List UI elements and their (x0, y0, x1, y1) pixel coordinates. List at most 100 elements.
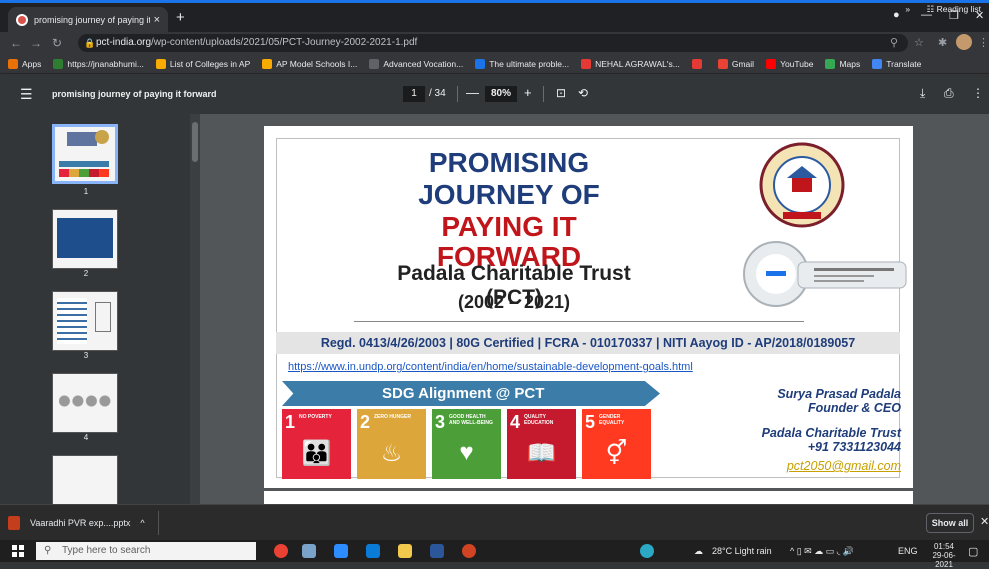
bookmark-item[interactable]: List of Colleges in AP (155, 58, 250, 69)
extensions-icon[interactable]: ✱ (938, 36, 947, 49)
bookmark-item[interactable]: Translate (872, 58, 921, 69)
tray-icons[interactable]: ^ ▯ ✉ ☁ ▭ ◟ 🔊 (790, 546, 854, 557)
bookmark-label: AP Model Schools I... (276, 58, 358, 69)
sdg-goal-icon: 👪 (301, 440, 332, 467)
sdg-label: QUALITY EDUCATION (524, 414, 554, 426)
photos-icon[interactable] (366, 544, 380, 558)
weather-icon[interactable]: ☁ (694, 546, 703, 557)
sdg-goal-icon: ♥ (459, 439, 474, 466)
sdg-alignment-banner: SDG Alignment @ PCT (282, 381, 660, 406)
bookmark-favicon-icon (53, 58, 64, 69)
rotate-icon[interactable]: ⟲ (578, 86, 588, 100)
bookmark-item[interactable] (691, 58, 706, 69)
sdg-goal-icon: ♨ (380, 440, 403, 467)
downloads-bar: Vaaradhi PVR exp....pptx ^ Show all ✕ (0, 504, 989, 540)
sdg-label: ZERO HUNGER (374, 414, 411, 420)
forward-icon[interactable]: → (30, 36, 42, 50)
chrome-icon[interactable] (274, 544, 288, 558)
tab-favicon-icon (16, 13, 28, 26)
page-thumbnail-3[interactable] (52, 291, 118, 351)
org-name: Padala Charitable Trust (761, 426, 901, 440)
download-icon[interactable]: ⤓ (920, 86, 925, 101)
hamburger-menu-icon[interactable]: ☰ (20, 86, 33, 103)
bookmark-item[interactable]: Gmail (717, 58, 754, 69)
bookmark-star-icon[interactable]: ☆ (914, 36, 924, 49)
bookmark-favicon-icon (766, 58, 777, 69)
undp-sdg-link[interactable]: https://www.in.undp.org/content/india/en… (288, 361, 693, 373)
pdf-viewport[interactable]: PROMISING JOURNEY OF PAYING IT FORWARD P… (200, 114, 989, 504)
bookmarks-bar: Apps https://jnanabhumi... List of College… (0, 54, 989, 74)
zoom-lens-icon[interactable]: ⚲ (890, 36, 898, 49)
download-item[interactable]: Vaaradhi PVR exp....pptx ^ (8, 513, 145, 533)
downloads-divider (158, 511, 159, 535)
bookmarks-overflow-icon[interactable]: » (905, 4, 910, 14)
thumbnail-number: 1 (83, 187, 89, 196)
guidestar-key-badge (743, 241, 907, 307)
sdg-number: 2 (360, 412, 371, 432)
weather-text[interactable]: 28°C Light rain (712, 546, 772, 556)
clock-date: 29-06-2021 (932, 551, 956, 569)
bookmark-favicon-icon (872, 58, 883, 69)
scrollbar-thumb[interactable] (192, 122, 198, 162)
thumbnail-number: 4 (83, 433, 89, 442)
menu-dots-icon[interactable]: ⋮ (978, 36, 989, 49)
reading-list-button[interactable]: » ☷ Reading list (905, 4, 981, 15)
windows-start-icon[interactable] (12, 545, 24, 557)
pdf-page-2 (264, 491, 913, 504)
close-downloads-icon[interactable]: ✕ (980, 515, 989, 528)
page-thumbnail-2[interactable] (52, 209, 118, 269)
page-number-input[interactable]: 1 (403, 86, 425, 102)
page-thumbnail-5[interactable] (52, 455, 118, 504)
bookmark-item[interactable]: Apps (8, 58, 41, 69)
powerpoint-icon[interactable] (462, 544, 476, 558)
bookmark-item[interactable]: Maps (825, 58, 861, 69)
bookmark-item[interactable]: The ultimate proble... (475, 58, 569, 69)
browser-tab[interactable]: promising journey of paying it fo × (8, 7, 168, 32)
page-thumbnail-4[interactable] (52, 373, 118, 433)
doc-title-line-2: JOURNEY OF (418, 179, 600, 210)
tab-close-icon[interactable]: × (154, 14, 160, 26)
zoom-out-button[interactable]: — (466, 85, 479, 100)
sidebar-scrollbar[interactable] (190, 114, 200, 504)
fit-page-icon[interactable]: ⊡ (556, 86, 566, 100)
thumbnail-number: 2 (83, 269, 89, 278)
download-file-name: Vaaradhi PVR exp....pptx (30, 518, 131, 528)
sdg-number: 1 (285, 412, 296, 432)
taskbar-clock[interactable]: 01:54 29-06-2021 (925, 542, 963, 569)
page-thumbnail-1[interactable] (52, 124, 118, 184)
bookmark-item[interactable]: https://jnanabhumi... (53, 58, 144, 69)
word-icon[interactable] (430, 544, 444, 558)
language-indicator[interactable]: ENG (898, 546, 918, 556)
taskbar-search-box[interactable]: ⚲ Type here to search (36, 542, 256, 560)
tab-bar: promising journey of paying it fo × + ● … (0, 3, 989, 32)
bookmark-item[interactable]: AP Model Schools I... (262, 58, 358, 69)
zoom-level-input[interactable]: 80% (485, 86, 517, 102)
app-icon[interactable] (302, 544, 316, 558)
trust-seal-logo (759, 142, 845, 228)
bookmark-favicon-icon (581, 58, 592, 69)
profile-dot-icon[interactable]: ● (893, 9, 900, 21)
more-options-icon[interactable]: ⋮ (972, 86, 984, 100)
chevron-up-icon[interactable]: ^ (140, 518, 144, 528)
print-icon[interactable]: ⎙ (944, 86, 954, 101)
zoom-in-button[interactable]: + (524, 85, 532, 100)
file-explorer-icon[interactable] (398, 544, 412, 558)
new-tab-button[interactable]: + (176, 9, 185, 26)
bookmark-item[interactable]: NEHAL AGRAWAL's... (581, 58, 680, 69)
back-icon[interactable]: ← (10, 36, 22, 50)
profile-avatar[interactable] (956, 34, 972, 50)
bookmark-label: YouTube (780, 58, 814, 69)
bookmark-item[interactable]: Advanced Vocation... (369, 58, 463, 69)
address-bar[interactable]: 🔒 pct-india.org/wp-content/uploads/2021/… (78, 34, 908, 52)
bookmark-label: Maps (839, 58, 861, 69)
show-all-button[interactable]: Show all (926, 513, 974, 533)
lock-icon: 🔒 (84, 38, 96, 48)
sdg-tile-5: 5 GENDER EQUALITY ⚥ (582, 409, 651, 479)
reload-icon[interactable]: ↻ (52, 36, 62, 50)
reading-list-label: Reading list (936, 4, 981, 14)
help-icon[interactable] (640, 544, 654, 558)
zoom-icon[interactable] (334, 544, 348, 558)
bookmark-item[interactable]: YouTube (766, 58, 814, 69)
notifications-icon[interactable]: ▢ (968, 545, 978, 558)
email-link[interactable]: pct2050@gmail.com (787, 459, 901, 473)
